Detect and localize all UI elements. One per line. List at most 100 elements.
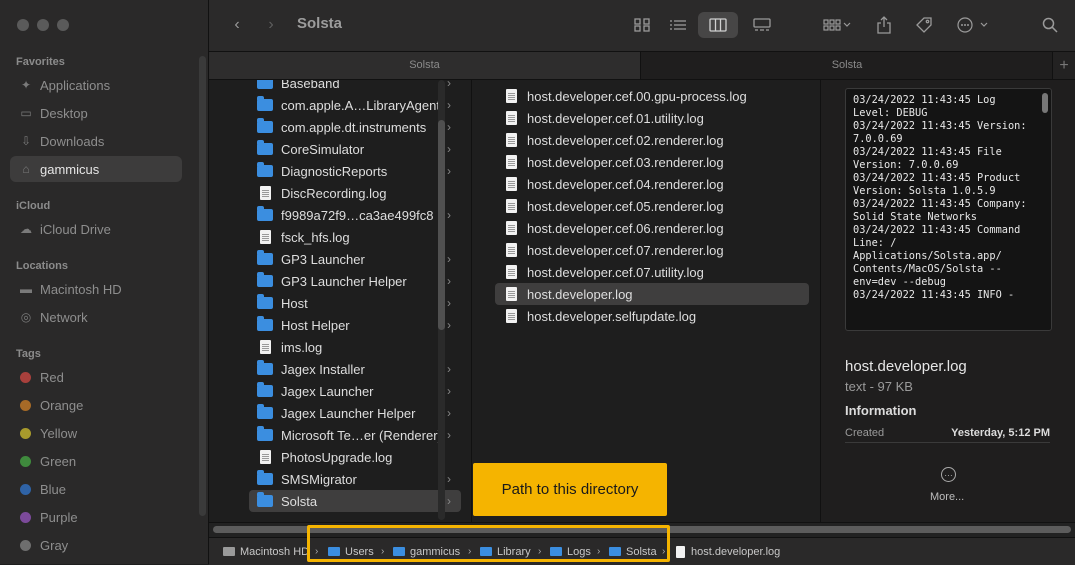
sidebar-item-label: gammicus [40, 161, 100, 177]
list-item-host-developer-selfupdate-log[interactable]: host.developer.selfupdate.log [495, 305, 809, 327]
icon-view-button[interactable] [627, 12, 657, 38]
share-button[interactable] [873, 13, 895, 37]
list-item-jagex-launcher[interactable]: Jagex Launcher › [249, 380, 461, 402]
list-item-host-developer-cef-02-renderer-log[interactable]: host.developer.cef.02.renderer.log [495, 129, 809, 151]
chevron-right-icon: › [447, 120, 451, 134]
list-item-gp3-launcher-helper[interactable]: GP3 Launcher Helper › [249, 270, 461, 292]
list-item-host-developer-cef-03-renderer-log[interactable]: host.developer.cef.03.renderer.log [495, 151, 809, 173]
list-item-label: Host Helper [281, 317, 350, 333]
list-item-host-developer-cef-04-renderer-log[interactable]: host.developer.cef.04.renderer.log [495, 173, 809, 195]
list-item-diagnosticreports[interactable]: DiagnosticReports › [249, 160, 461, 182]
tab-solsta-2[interactable]: Solsta [640, 52, 1053, 79]
folder-icon [257, 118, 273, 134]
search-button[interactable] [1039, 13, 1061, 37]
sidebar-item-network[interactable]: ◎ Network [10, 304, 182, 330]
sidebar-item-label: Downloads [40, 133, 105, 149]
sidebar-tag-purple[interactable]: Purple [10, 504, 182, 530]
list-item-label: CoreSimulator [281, 141, 365, 157]
list-item-jagex-installer[interactable]: Jagex Installer › [249, 358, 461, 380]
list-item-microsoft-te-er-renderer[interactable]: Microsoft Te…er (Renderer) › [249, 424, 461, 446]
divider [845, 442, 1050, 443]
list-item-ims-log[interactable]: ims.log [249, 336, 461, 358]
column1-scrollbar[interactable] [438, 120, 445, 330]
sidebar-item-icloud-drive[interactable]: ☁ iCloud Drive [10, 216, 182, 242]
list-item-label: PhotosUpgrade.log [281, 449, 393, 465]
list-item-baseband[interactable]: Baseband › [249, 80, 461, 94]
list-item-f9989a72f9-ca3ae499fc8[interactable]: f9989a72f9…ca3ae499fc8 › [249, 204, 461, 226]
list-item-smsmigrator[interactable]: SMSMigrator › [249, 468, 461, 490]
forward-button[interactable]: › [261, 13, 281, 37]
sidebar-tag-yellow[interactable]: Yellow [10, 420, 182, 446]
sidebar-item-label: Blue [40, 481, 67, 497]
list-item-discrecording-log[interactable]: DiscRecording.log [249, 182, 461, 204]
share-icon [877, 16, 891, 34]
preview-thumbnail[interactable]: 03/24/2022 11:43:45 Log Level: DEBUG 03/… [845, 88, 1052, 331]
path-highlight-box [307, 525, 670, 562]
green-tag-icon [20, 455, 31, 467]
document-icon [503, 155, 519, 169]
gallery-view-button[interactable] [747, 12, 777, 38]
folder-icon [257, 360, 273, 376]
back-button[interactable]: ‹ [227, 13, 247, 37]
sidebar-tag-gray[interactable]: Gray [10, 532, 182, 558]
list-item-label: host.developer.cef.07.utility.log [527, 264, 704, 280]
chevron-right-icon: › [447, 406, 451, 420]
list-item-gp3-launcher[interactable]: GP3 Launcher › [249, 248, 461, 270]
sidebar-tag-blue[interactable]: Blue [10, 476, 182, 502]
sidebar-tag-orange[interactable]: Orange [10, 392, 182, 418]
window-title: Solsta [297, 15, 343, 32]
list-item-solsta[interactable]: Solsta › [249, 490, 461, 512]
group-by-button[interactable] [817, 13, 857, 37]
cloud-icon: ☁ [20, 222, 32, 236]
sidebar-tag-red[interactable]: Red [10, 364, 182, 390]
sidebar-item-gammicus[interactable]: ⌂ gammicus [10, 156, 182, 182]
chevron-right-icon: › [447, 494, 451, 508]
column-library-logs: Baseband › com.apple.A…LibraryAgent › com.ap… [209, 80, 472, 522]
path-item-macintosh-hd[interactable]: Macintosh HD [223, 538, 309, 565]
list-item-photosupgrade-log[interactable]: PhotosUpgrade.log [249, 446, 461, 468]
list-item-host[interactable]: Host › [249, 292, 461, 314]
list-item-jagex-launcher-helper[interactable]: Jagex Launcher Helper › [249, 402, 461, 424]
document-icon [503, 265, 519, 279]
sidebar-item-downloads[interactable]: ⇩ Downloads [10, 128, 182, 154]
list-item-host-developer-cef-05-renderer-log[interactable]: host.developer.cef.05.renderer.log [495, 195, 809, 217]
list-item-host-developer-cef-07-utility-log[interactable]: host.developer.cef.07.utility.log [495, 261, 809, 283]
list-item-host-developer-log[interactable]: host.developer.log [495, 283, 809, 305]
document-icon [503, 89, 519, 103]
tag-icon [916, 17, 932, 33]
zoom-window-button[interactable] [57, 19, 69, 31]
list-item-host-developer-cef-00-gpu-process-log[interactable]: host.developer.cef.00.gpu-process.log [495, 85, 809, 107]
list-item-fsck-hfs-log[interactable]: fsck_hfs.log [249, 226, 461, 248]
more-button[interactable]: … [941, 467, 956, 482]
tag-button[interactable] [913, 13, 935, 37]
list-item-host-helper[interactable]: Host Helper › [249, 314, 461, 336]
sidebar-scrollbar[interactable] [199, 56, 206, 516]
minimize-window-button[interactable] [37, 19, 49, 31]
sidebar-tag-green[interactable]: Green [10, 448, 182, 474]
list-item-com-apple-dt-instruments[interactable]: com.apple.dt.instruments › [249, 116, 461, 138]
more-label[interactable]: More... [930, 491, 964, 503]
new-tab-button[interactable]: + [1052, 52, 1075, 79]
close-window-button[interactable] [17, 19, 29, 31]
chevron-right-icon: › [447, 142, 451, 156]
list-item-host-developer-cef-06-renderer-log[interactable]: host.developer.cef.06.renderer.log [495, 217, 809, 239]
finder-window: Favorites ✦ Applications ▭ Desktop ⇩ Dow… [0, 0, 1075, 565]
annotation-label: Path to this directory [473, 463, 667, 516]
list-item-host-developer-cef-07-renderer-log[interactable]: host.developer.cef.07.renderer.log [495, 239, 809, 261]
list-item-com-apple-a-libraryagent[interactable]: com.apple.A…LibraryAgent › [249, 94, 461, 116]
chevron-right-icon: › [447, 164, 451, 178]
more-actions-button[interactable] [953, 13, 993, 37]
document-icon [503, 111, 519, 125]
path-item-host-developer-log[interactable]: host.developer.log [676, 538, 780, 565]
tab-solsta-1[interactable]: Solsta [209, 52, 640, 79]
sidebar-item-macintosh-hd[interactable]: ▬ Macintosh HD [10, 276, 182, 302]
desktop-icon: ▭ [20, 106, 32, 120]
sidebar-item-desktop[interactable]: ▭ Desktop [10, 100, 182, 126]
list-item-coresimulator[interactable]: CoreSimulator › [249, 138, 461, 160]
list-view-button[interactable] [663, 12, 693, 38]
folder-icon [257, 492, 273, 508]
list-item-host-developer-cef-01-utility-log[interactable]: host.developer.cef.01.utility.log [495, 107, 809, 129]
column-view-button[interactable] [703, 12, 733, 38]
sidebar-item-applications[interactable]: ✦ Applications [10, 72, 182, 98]
preview-scrollbar[interactable] [1042, 93, 1048, 113]
